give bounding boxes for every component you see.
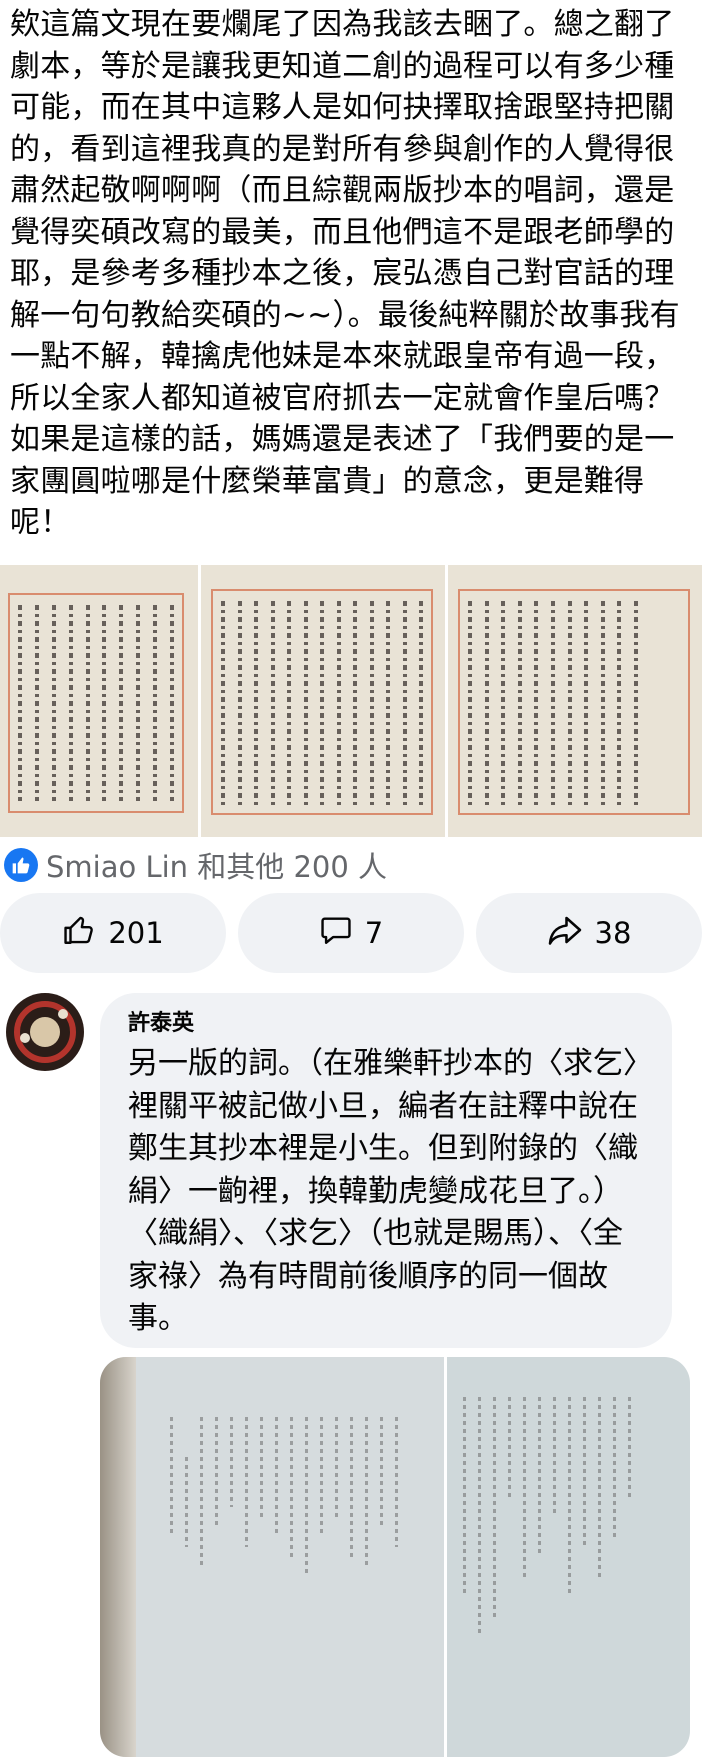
manuscript-photo-1[interactable] [0,565,198,837]
thumbs-up-icon [62,913,96,954]
share-button[interactable]: 38 [476,893,702,973]
comment-text: 另一版的詞。（在雅樂軒抄本的〈求乞〉裡關平被記做小旦，編者在註釋中說在鄭生其抄本… [128,1046,638,1336]
action-bar: 201 7 38 [0,893,702,973]
comment-photos[interactable] [100,1357,690,1757]
comment-icon [319,913,353,954]
reactions-text: Smiao Lin 和其他 200 人 [46,850,388,884]
book-photo-2[interactable] [447,1357,690,1757]
comment-bubble: 許泰英 另一版的詞。（在雅樂軒抄本的〈求乞〉裡關平被記做小旦，編者在註釋中說在鄭… [100,993,672,1348]
manuscript-photo-3[interactable] [448,565,702,837]
like-count: 201 [108,916,164,950]
book-photo-1[interactable] [100,1357,444,1757]
comment-button[interactable]: 7 [238,893,464,973]
commenter-avatar[interactable] [6,993,84,1071]
comment-count: 7 [364,916,384,950]
commenter-name[interactable]: 許泰英 [128,1009,644,1039]
post-photo-strip[interactable] [0,565,702,837]
like-icon [4,848,38,882]
share-icon [547,912,583,955]
manuscript-photo-2[interactable] [201,565,445,837]
like-button[interactable]: 201 [0,893,226,973]
share-count: 38 [594,916,632,950]
reactions-summary[interactable]: Smiao Lin 和其他 200 人 [4,846,387,884]
post-text: 欸這篇文現在要爛尾了因為我該去睏了。總之翻了劇本，等於是讓我更知道二創的過程可以… [10,7,680,540]
